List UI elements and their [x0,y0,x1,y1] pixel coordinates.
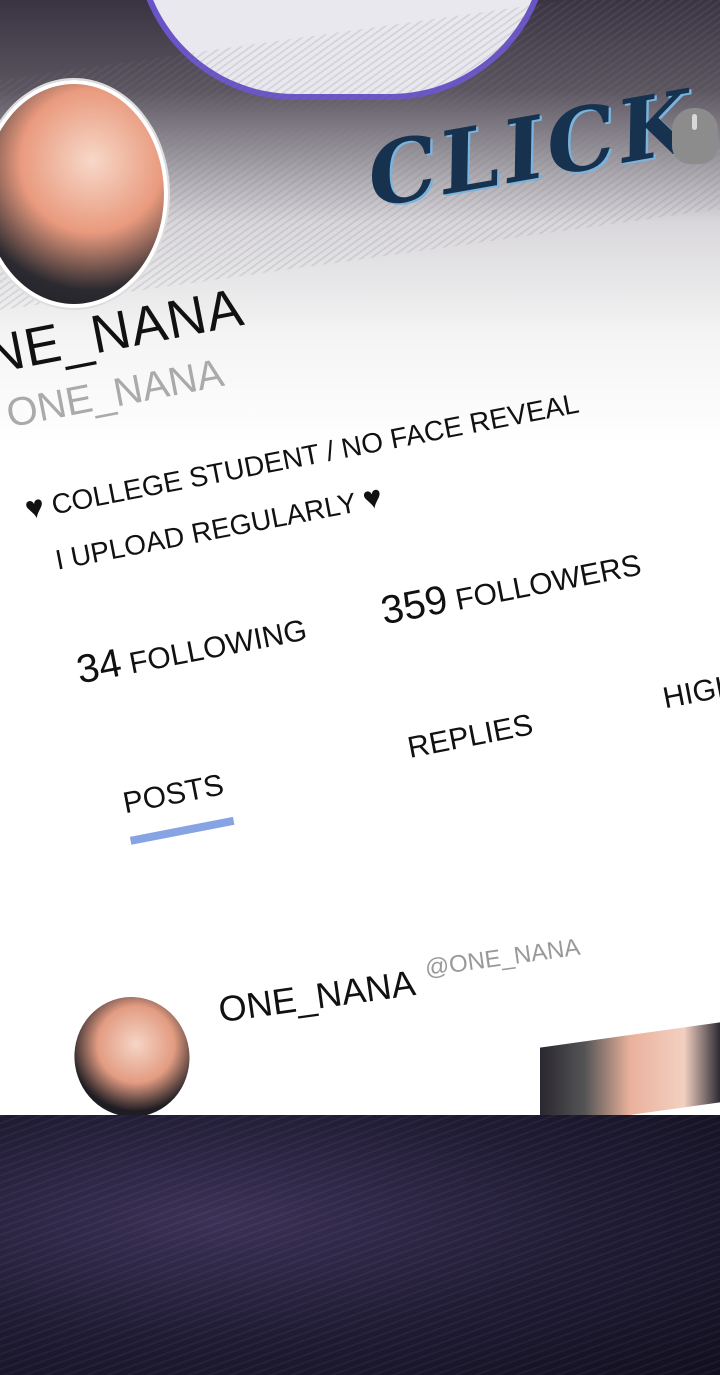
tab-highlights[interactable]: HIGHLIGHTS [660,648,720,716]
followers-label: FOLLOWERS [452,548,644,618]
heart-icon: ♥ [359,477,386,517]
post-author-name[interactable]: ONE_NANA [216,962,418,1031]
active-tab-indicator [129,816,235,845]
mouse-icon [672,108,718,164]
heart-icon: ♥ [21,487,48,527]
tab-replies[interactable]: REPLIES [405,708,536,766]
following-label: FOLLOWING [126,613,310,681]
followers-count: 359 [377,577,452,634]
following-count: 34 [73,640,126,693]
followers-stat[interactable]: 359 FOLLOWERS [377,540,644,634]
dark-background [0,1115,720,1375]
post-author-handle: @ONE_NANA [423,933,582,983]
comic-panel: CLICK NE_NANA ONE_NANA ♥ COLLEGE STUDENT… [0,0,720,1115]
tab-posts[interactable]: POSTS [120,768,226,821]
following-stat[interactable]: 34 FOLLOWING [73,605,310,694]
